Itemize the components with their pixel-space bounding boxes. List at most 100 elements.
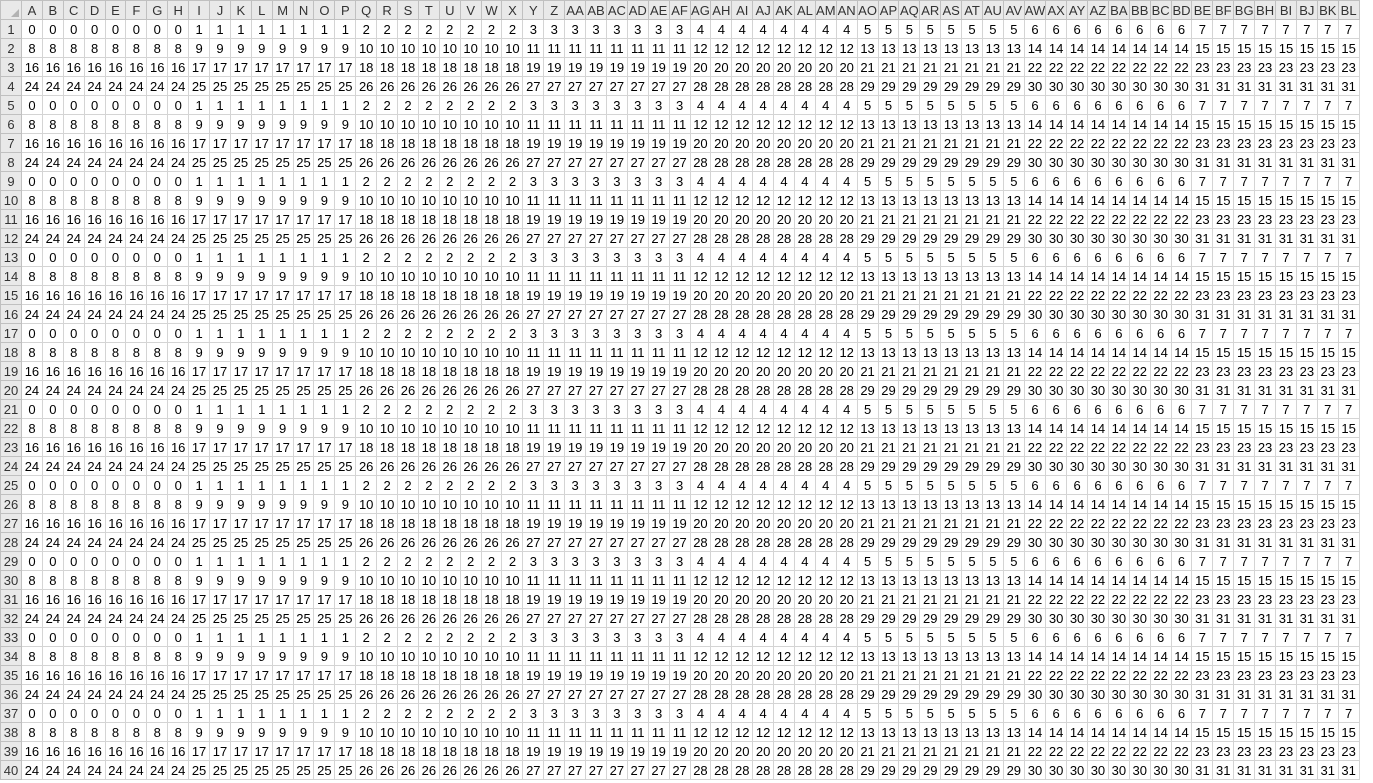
cell-y29[interactable]: 3	[522, 551, 545, 571]
cell-bf25[interactable]: 7	[1212, 475, 1235, 495]
cell-ap25[interactable]: 5	[877, 475, 900, 495]
cell-bg5[interactable]: 7	[1233, 95, 1256, 115]
cell-ab20[interactable]: 27	[585, 380, 607, 400]
cell-bh2[interactable]: 15	[1254, 38, 1277, 58]
cell-ad36[interactable]: 27	[626, 684, 649, 704]
cell-aq11[interactable]: 21	[898, 209, 921, 229]
cell-z28[interactable]: 27	[543, 532, 566, 552]
cell-ah24[interactable]: 28	[710, 456, 733, 476]
cell-l32[interactable]: 25	[250, 608, 273, 628]
cell-bl8[interactable]: 31	[1337, 152, 1360, 172]
cell-s14[interactable]: 10	[397, 266, 419, 286]
cell-ah12[interactable]: 28	[710, 228, 733, 248]
cell-aq6[interactable]: 13	[898, 114, 921, 134]
cell-ac31[interactable]: 19	[605, 589, 628, 609]
cell-ab12[interactable]: 27	[585, 228, 607, 248]
column-header-bc[interactable]: BC	[1149, 0, 1172, 20]
cell-l37[interactable]: 1	[250, 703, 273, 723]
cell-i32[interactable]: 25	[188, 608, 211, 628]
cell-ap7[interactable]: 21	[877, 133, 900, 153]
cell-ab16[interactable]: 27	[585, 304, 607, 324]
cell-al5[interactable]: 4	[793, 95, 816, 115]
cell-bl5[interactable]: 7	[1337, 95, 1360, 115]
cell-bf14[interactable]: 15	[1212, 266, 1235, 286]
cell-b20[interactable]: 24	[41, 380, 64, 400]
cell-ac16[interactable]: 27	[605, 304, 628, 324]
cell-bi26[interactable]: 15	[1275, 494, 1297, 514]
cell-az24[interactable]: 30	[1087, 456, 1109, 476]
cell-aj10[interactable]: 12	[752, 190, 775, 210]
cell-a7[interactable]: 16	[21, 133, 43, 153]
cell-ak29[interactable]: 4	[773, 551, 795, 571]
row-header-36[interactable]: 36	[0, 684, 22, 704]
cell-ap15[interactable]: 21	[877, 285, 900, 305]
cell-ay16[interactable]: 30	[1066, 304, 1088, 324]
cell-ad19[interactable]: 19	[626, 361, 649, 381]
cell-ao28[interactable]: 29	[856, 532, 879, 552]
cell-bh31[interactable]: 23	[1254, 589, 1277, 609]
cell-ag36[interactable]: 28	[689, 684, 712, 704]
cell-bf36[interactable]: 31	[1212, 684, 1235, 704]
cell-ap29[interactable]: 5	[877, 551, 900, 571]
cell-ax14[interactable]: 14	[1045, 266, 1068, 286]
cell-w22[interactable]: 10	[480, 418, 503, 438]
cell-bd31[interactable]: 22	[1170, 589, 1193, 609]
cell-am5[interactable]: 4	[814, 95, 837, 115]
cell-av19[interactable]: 21	[1002, 361, 1025, 381]
cell-a36[interactable]: 24	[21, 684, 43, 704]
cell-g9[interactable]: 0	[146, 171, 169, 191]
cell-ay34[interactable]: 14	[1066, 646, 1088, 666]
cell-b28[interactable]: 24	[41, 532, 64, 552]
cell-j21[interactable]: 1	[209, 399, 231, 419]
cell-bg31[interactable]: 23	[1233, 589, 1256, 609]
cell-ay18[interactable]: 14	[1066, 342, 1088, 362]
cell-aj14[interactable]: 12	[752, 266, 775, 286]
cell-r32[interactable]: 26	[376, 608, 399, 628]
cell-b7[interactable]: 16	[41, 133, 64, 153]
cell-ba4[interactable]: 30	[1107, 76, 1130, 96]
cell-f37[interactable]: 0	[125, 703, 148, 723]
cell-g34[interactable]: 8	[146, 646, 169, 666]
cell-c39[interactable]: 16	[62, 741, 85, 761]
cell-i37[interactable]: 1	[188, 703, 211, 723]
cell-ah11[interactable]: 20	[710, 209, 733, 229]
cell-af1[interactable]: 3	[668, 19, 691, 39]
cell-an26[interactable]: 12	[835, 494, 858, 514]
cell-bj19[interactable]: 23	[1295, 361, 1318, 381]
cell-p36[interactable]: 25	[334, 684, 357, 704]
cell-ba27[interactable]: 22	[1107, 513, 1130, 533]
cell-ai14[interactable]: 12	[731, 266, 754, 286]
select-all-corner[interactable]	[0, 0, 22, 20]
cell-v33[interactable]: 2	[459, 627, 482, 647]
cell-ac5[interactable]: 3	[605, 95, 628, 115]
cell-ak35[interactable]: 20	[773, 665, 795, 685]
cell-x16[interactable]: 26	[501, 304, 524, 324]
cell-d11[interactable]: 16	[83, 209, 106, 229]
cell-x6[interactable]: 10	[501, 114, 524, 134]
cell-bg13[interactable]: 7	[1233, 247, 1256, 267]
cell-ab40[interactable]: 27	[585, 760, 607, 780]
cell-ay23[interactable]: 22	[1066, 437, 1088, 457]
cell-ae17[interactable]: 3	[647, 323, 670, 343]
cell-ap1[interactable]: 5	[877, 19, 900, 39]
cell-p13[interactable]: 1	[334, 247, 357, 267]
cell-b22[interactable]: 8	[41, 418, 64, 438]
cell-ap4[interactable]: 29	[877, 76, 900, 96]
cell-g29[interactable]: 0	[146, 551, 169, 571]
cell-ad24[interactable]: 27	[626, 456, 649, 476]
cell-t13[interactable]: 2	[417, 247, 440, 267]
cell-y25[interactable]: 3	[522, 475, 545, 495]
cell-x21[interactable]: 2	[501, 399, 524, 419]
cell-e25[interactable]: 0	[104, 475, 127, 495]
cell-at15[interactable]: 21	[961, 285, 983, 305]
cell-x30[interactable]: 10	[501, 570, 524, 590]
cell-aj35[interactable]: 20	[752, 665, 775, 685]
cell-o32[interactable]: 25	[313, 608, 336, 628]
cell-ba24[interactable]: 30	[1107, 456, 1130, 476]
cell-an21[interactable]: 4	[835, 399, 858, 419]
cell-e9[interactable]: 0	[104, 171, 127, 191]
cell-bk5[interactable]: 7	[1316, 95, 1339, 115]
cell-at23[interactable]: 21	[961, 437, 983, 457]
cell-bc19[interactable]: 22	[1149, 361, 1172, 381]
cell-i7[interactable]: 17	[188, 133, 211, 153]
